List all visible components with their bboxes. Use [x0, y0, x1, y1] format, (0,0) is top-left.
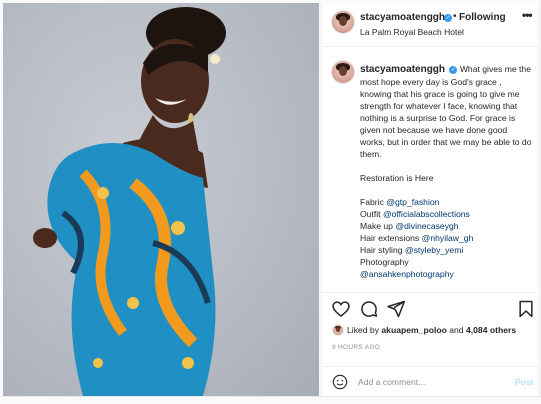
liker-username[interactable]: akuapem_poloo [381, 325, 446, 335]
post-comment-button[interactable]: Post [515, 377, 534, 387]
author-avatar[interactable] [331, 10, 355, 34]
credit-label: Outfit [360, 209, 383, 219]
post-details-panel: stacyamoatenggh ✓ • Following La Palm Ro… [321, 3, 539, 396]
post-timestamp[interactable]: 9 HOURS AGO [332, 344, 380, 351]
credit-mention-link[interactable]: @officialabscollections [383, 209, 470, 219]
author-username[interactable]: stacyamoatenggh [360, 12, 445, 23]
caption-body: What gives me the most hope every day is… [360, 64, 532, 159]
caption-credit-line: Fabric @gtp_fashion [360, 196, 532, 208]
caption-verified-badge-icon: ✓ [449, 66, 458, 74]
credit-label: Hair styling [360, 245, 405, 255]
caption-credit-line: Outfit @officialabscollections [360, 208, 532, 220]
credit-mention-link[interactable]: @ansahkenphotography [360, 269, 454, 279]
caption-section: stacyamoatenggh ✓ What gives me the most… [322, 48, 539, 291]
comment-icon[interactable] [359, 299, 379, 319]
post-header: stacyamoatenggh ✓ • Following La Palm Ro… [322, 3, 539, 47]
liker-avatar[interactable] [332, 324, 344, 336]
caption-author-avatar[interactable] [331, 60, 355, 84]
more-options-icon[interactable]: ••• [522, 8, 533, 22]
bottom-strip [0, 396, 541, 404]
credit-label: Photography [360, 257, 409, 267]
post-location[interactable]: La Palm Royal Beach Hotel [360, 27, 464, 37]
likes-summary: Liked by akuapem_poloo and 4,084 others [332, 324, 516, 336]
heart-icon[interactable] [331, 299, 351, 319]
credit-mention-link[interactable]: @divinecaseygh [395, 221, 458, 231]
comment-input[interactable] [358, 374, 508, 390]
comment-bar: Post [322, 366, 539, 396]
verified-badge-icon: ✓ [444, 14, 452, 22]
following-button[interactable]: Following [459, 12, 506, 23]
instagram-post-viewer: stacyamoatenggh ✓ • Following La Palm Ro… [0, 0, 541, 404]
caption-line-restoration: Restoration is Here [360, 173, 434, 183]
likes-count[interactable]: 4,084 others [466, 325, 516, 335]
credit-mention-link[interactable]: @gtp_fashion [386, 197, 439, 207]
credit-label: Hair extensions [360, 233, 422, 243]
bookmark-icon[interactable] [516, 299, 536, 319]
caption-credit-line: Make up @divinecaseygh [360, 220, 532, 232]
credit-label: Make up [360, 221, 396, 231]
credit-mention-link[interactable]: @styleby_yemi [405, 245, 463, 255]
post-photo [3, 3, 319, 396]
likes-middle: and [446, 325, 466, 335]
likes-prefix: Liked by [347, 325, 382, 335]
caption-username[interactable]: stacyamoatenggh [360, 64, 445, 75]
caption-text: stacyamoatenggh ✓ What gives me the most… [360, 63, 532, 280]
caption-credit-line: Photography [360, 256, 532, 268]
credit-label: Fabric [360, 197, 387, 207]
credit-mention-link[interactable]: @nhyilaw_gh [422, 233, 474, 243]
caption-credit-line: Hair styling @styleby_yemi [360, 244, 532, 256]
caption-credit-line: Hair extensions @nhyilaw_gh [360, 232, 532, 244]
emoji-icon[interactable] [332, 374, 348, 390]
caption-credits: Fabric @gtp_fashion Outfit @officialabsco… [360, 196, 532, 280]
caption-credit-line: @ansahkenphotography [360, 268, 532, 280]
header-separator: • [453, 11, 457, 22]
woman-portrait-illustration [33, 7, 226, 396]
paper-plane-icon[interactable] [386, 299, 406, 319]
